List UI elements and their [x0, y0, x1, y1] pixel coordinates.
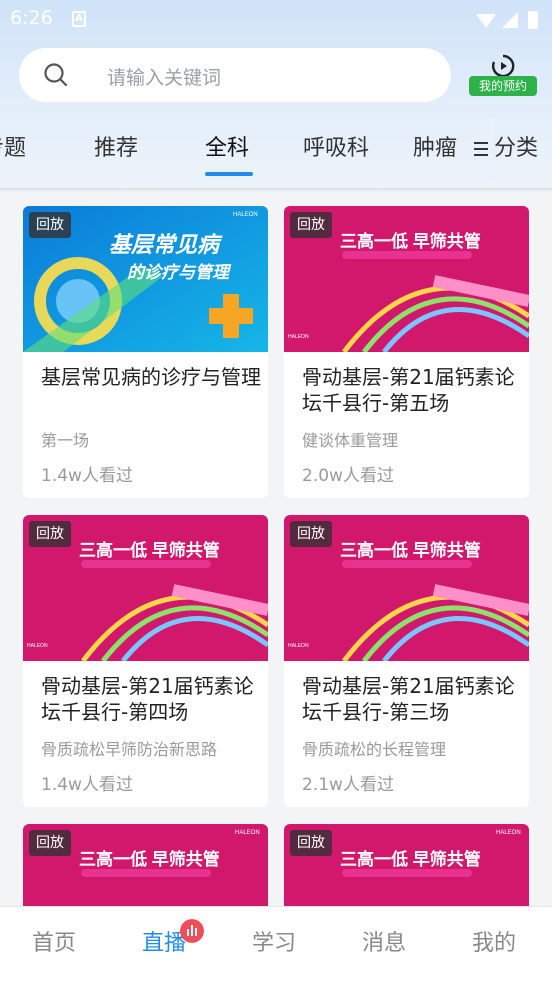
thumb-brand: HALEON [27, 643, 48, 649]
notification-a-icon: A [72, 11, 86, 27]
search-placeholder: 请输入关键词 [107, 67, 222, 89]
tab-oncology[interactable]: 肿瘤 [413, 130, 457, 162]
replay-badge: 回放 [29, 830, 71, 856]
thumb-brand: HALEON [288, 334, 309, 340]
card-views: 1.4w人看过 [41, 775, 133, 795]
category-button[interactable]: 分类 [472, 130, 539, 161]
tab-respiratory[interactable]: 呼吸科 [303, 130, 369, 162]
thumb-headline: 三高一低 早筛共管 [340, 849, 481, 869]
thumb-headline: 基层常见病 [109, 232, 223, 257]
nav-home[interactable]: 首页 [32, 925, 76, 957]
replay-badge: 回放 [290, 521, 332, 547]
header-area: 6:26 A 请输入关键词 我的预约 专题 推荐 全科 呼吸科 肿瘤 [0, 0, 552, 190]
live-bars-icon [180, 919, 204, 943]
thumb-subline: 的诊疗与管理 [127, 263, 232, 282]
nav-study[interactable]: 学习 [252, 925, 296, 957]
live-card[interactable]: 三高一低 早筛共管 HALEON 回放 骨动基层-第21届钙素论坛千县行-第四场… [23, 515, 268, 807]
category-label: 分类 [494, 136, 539, 161]
nav-messages[interactable]: 消息 [362, 925, 406, 957]
thumb-brand: HALEON [233, 212, 258, 218]
card-thumbnail: 基层常见病 的诊疗与管理 HALEON 回放 [23, 206, 268, 352]
card-subtitle: 骨质疏松早筛防治新思路 [41, 740, 218, 759]
thumb-headline: 三高一低 早筛共管 [79, 849, 220, 869]
thumb-headline: 三高一低 早筛共管 [340, 231, 481, 251]
nav-mine[interactable]: 我的 [472, 925, 516, 957]
card-subtitle: 第一场 [41, 431, 90, 450]
my-booking-label: 我的预约 [469, 76, 537, 96]
card-title: 骨动基层-第21届钙素论坛千县行-第五场 [302, 365, 515, 415]
live-card[interactable]: 三高一低 早筛共管 HALEON 回放 骨动基层-第21届钙素论坛千县行-第五场… [284, 206, 529, 498]
replay-badge: 回放 [29, 521, 71, 547]
replay-badge: 回放 [290, 212, 332, 238]
card-title: 骨动基层-第21届钙素论坛千县行-第四场 [41, 674, 254, 724]
bottom-nav: 首页 直播 学习 消息 我的 [0, 906, 552, 983]
live-card[interactable]: 三高一低 早筛共管 HALEON 回放 骨动基层-第21届钙素论坛千县行-第三场… [284, 515, 529, 807]
tab-general[interactable]: 全科 [205, 130, 249, 162]
play-clock-icon [492, 54, 515, 78]
card-thumbnail: 三高一低 早筛共管 HALEON 回放 [23, 515, 268, 661]
signal-battery-icon [476, 11, 538, 29]
card-views: 2.1w人看过 [302, 775, 394, 795]
thumb-headline: 三高一低 早筛共管 [340, 540, 481, 560]
search-icon [44, 63, 68, 87]
thumb-headline: 三高一低 早筛共管 [79, 540, 220, 560]
thumb-brand: HALEON [288, 643, 309, 649]
active-tab-indicator [205, 172, 253, 176]
status-bar: 6:26 A [0, 0, 552, 38]
thumb-brand: HALEON [235, 830, 260, 836]
card-subtitle: 骨质疏松的长程管理 [302, 740, 447, 759]
menu-icon [474, 142, 488, 156]
card-title: 基层常见病的诊疗与管理 [41, 365, 261, 389]
card-views: 1.4w人看过 [41, 466, 133, 486]
card-title: 骨动基层-第21届钙素论坛千县行-第三场 [302, 674, 515, 724]
replay-badge: 回放 [290, 830, 332, 856]
card-subtitle: 健谈体重管理 [302, 431, 399, 450]
card-thumbnail: 三高一低 早筛共管 HALEON 回放 [284, 206, 529, 352]
tab-topics[interactable]: 专题 [0, 130, 26, 162]
thumb-brand: HALEON [496, 830, 521, 836]
tabs-divider [0, 188, 552, 192]
tab-recommended[interactable]: 推荐 [94, 130, 138, 162]
live-card[interactable]: 基层常见病 的诊疗与管理 HALEON 回放 基层常见病的诊疗与管理 第一场 1… [23, 206, 268, 498]
my-booking-button[interactable]: 我的预约 [466, 54, 540, 98]
category-tabs: 专题 推荐 全科 呼吸科 肿瘤 分类 [0, 118, 552, 178]
status-time: 6:26 [10, 7, 53, 29]
card-views: 2.0w人看过 [302, 466, 394, 486]
search-input[interactable]: 请输入关键词 [19, 48, 451, 102]
card-thumbnail: 三高一低 早筛共管 HALEON 回放 [284, 515, 529, 661]
replay-badge: 回放 [29, 212, 71, 238]
